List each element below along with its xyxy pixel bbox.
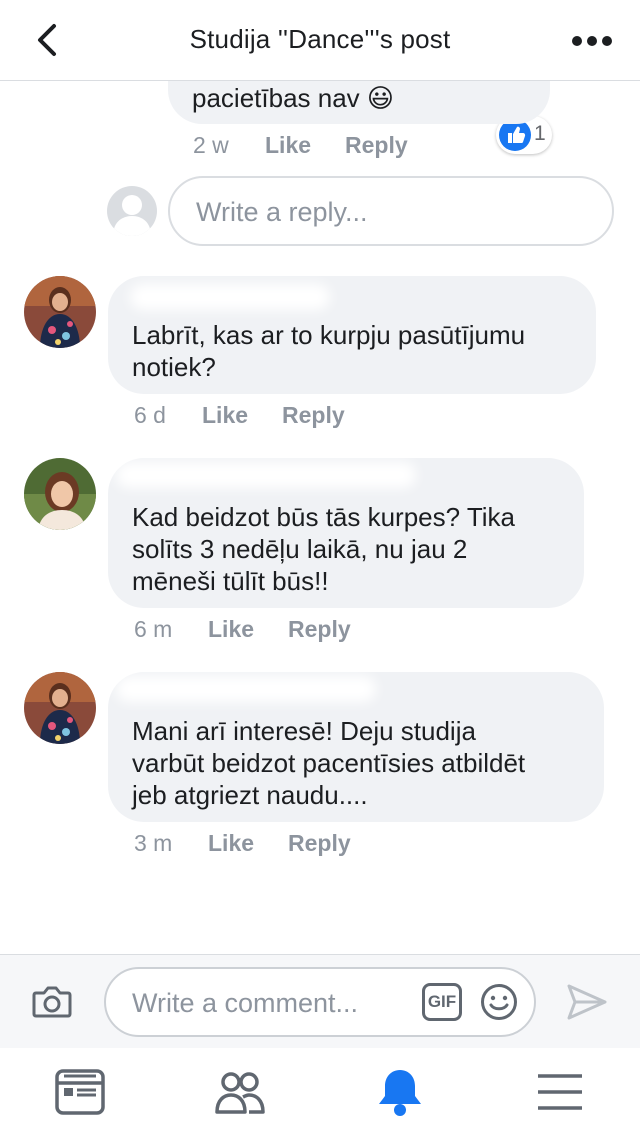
timestamp: 6 m [134,616,173,642]
more-dots-icon[interactable] [566,26,616,54]
reply-meta: 2 w Like Reply [193,132,453,162]
comment-composer-bar: GIF [0,954,640,1050]
like-button[interactable]: Like [208,616,254,643]
commenter-avatar[interactable] [24,276,96,348]
comment-text: Mani arī interesē! Deju studija varbūt b… [132,716,526,810]
gif-icon[interactable]: GIF [422,983,462,1021]
reply-input-container[interactable] [168,176,614,246]
commenter-avatar[interactable] [24,458,96,530]
comment-meta: 6 d Like Reply [134,402,394,432]
emoji-icon[interactable] [480,983,518,1021]
reply-button[interactable]: Reply [288,616,351,643]
comment-input[interactable] [130,983,424,1023]
like-button[interactable]: Like [202,402,248,429]
timestamp: 3 m [134,830,173,856]
news-feed-icon[interactable] [52,1066,108,1118]
camera-icon[interactable] [32,985,72,1019]
bottom-tab-bar [0,1048,640,1136]
reply-input[interactable] [194,192,598,232]
top-navigation-bar: Studija ''Dance'''s post [0,0,640,81]
like-button[interactable]: Like [208,830,254,857]
comment-bubble: Labrīt, kas ar to kurpju pasūtījumu noti… [108,276,596,394]
page-title: Studija ''Dance'''s post [189,24,451,54]
friends-icon[interactable] [212,1066,268,1118]
reply-button[interactable]: Reply [282,402,345,429]
reply-button[interactable]: Reply [288,830,351,857]
current-user-avatar [107,186,157,236]
like-button[interactable]: Like [265,132,311,159]
timestamp: 6 d [134,402,166,428]
commenter-avatar[interactable] [24,672,96,744]
redacted-author-name [130,284,330,310]
comment-text: Labrīt, kas ar to kurpju pasūtījumu noti… [132,320,526,382]
menu-icon[interactable] [532,1066,588,1118]
send-icon[interactable] [566,983,608,1021]
comment-bubble: Kad beidzot būs tās kurpes? Tika solīts … [108,458,584,608]
reply-text: pacietības nav 😃 [192,83,394,113]
reply-button[interactable]: Reply [345,132,408,159]
notifications-bell-icon[interactable] [372,1066,428,1118]
comment-meta: 6 m Like Reply [134,616,394,646]
comment-input-container[interactable]: GIF [104,967,536,1037]
redacted-author-name [116,676,376,702]
reaction-count: 1 [534,122,546,145]
redacted-author-name [116,462,416,488]
comment-meta: 3 m Like Reply [134,830,394,860]
comment-bubble: Mani arī interesē! Deju studija varbūt b… [108,672,604,822]
timestamp: 2 w [193,132,229,158]
comment-text: Kad beidzot būs tās kurpes? Tika solīts … [132,502,516,596]
